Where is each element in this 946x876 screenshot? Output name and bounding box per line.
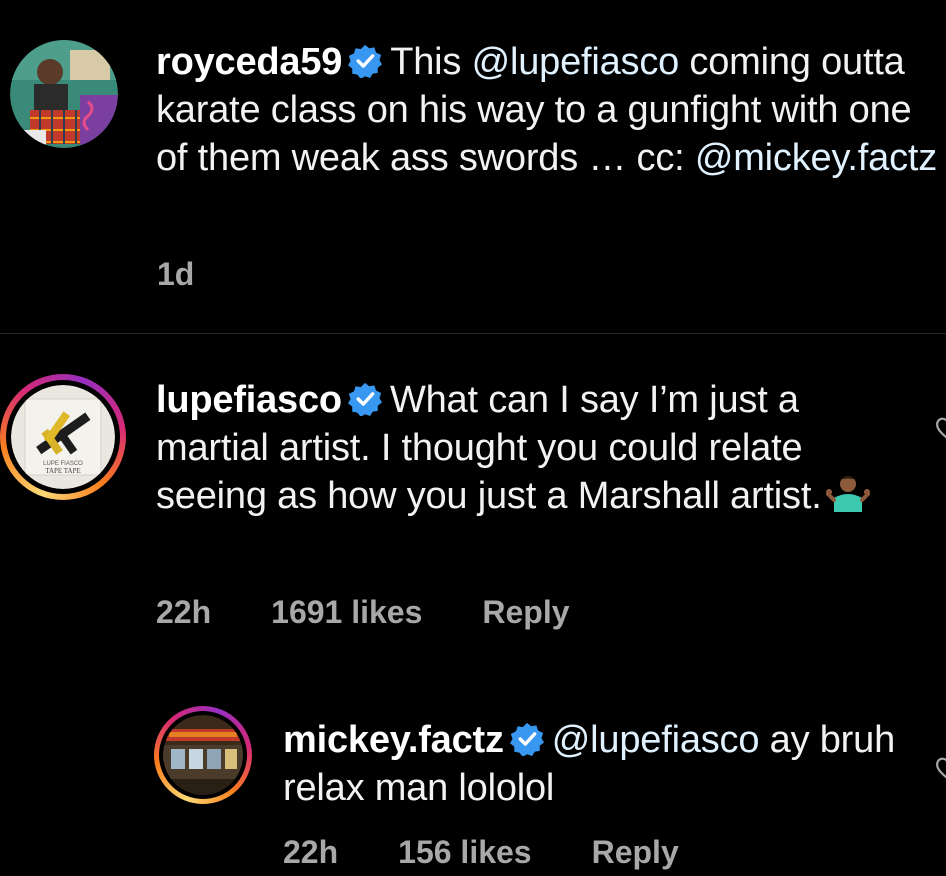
comment-meta: 22h 156 likes Reply bbox=[283, 834, 679, 871]
comment-meta: 1d bbox=[157, 256, 194, 293]
reply-mickey-factz: mickey.factz @lupefiasco ay bruh relax ma… bbox=[0, 690, 946, 876]
comment-time: 1d bbox=[157, 256, 195, 292]
verified-badge-icon bbox=[347, 382, 382, 416]
comment-text: lupefiasco What can I say I’m just a mart… bbox=[156, 376, 916, 520]
mention-lupefiasco[interactable]: @lupefiasco bbox=[472, 41, 680, 83]
reply-button[interactable]: Reply bbox=[482, 594, 569, 631]
comment-body: This bbox=[390, 41, 472, 83]
comment-likes[interactable]: 156 likes bbox=[398, 834, 531, 871]
like-heart-icon[interactable] bbox=[935, 416, 946, 442]
avatar-royceda59[interactable] bbox=[10, 40, 118, 148]
avatar-label-2: TAPE TAPE bbox=[45, 467, 81, 475]
mention-mickey-factz[interactable]: @mickey.factz bbox=[695, 137, 937, 179]
comment-meta: 22h 1691 likes Reply bbox=[156, 594, 570, 631]
comment-likes[interactable]: 1691 likes bbox=[271, 594, 422, 631]
avatar-image bbox=[10, 40, 118, 148]
comment-royceda59: royceda59 This @lupefiasco coming outta k… bbox=[0, 0, 946, 333]
comment-text: royceda59 This @lupefiasco coming outta k… bbox=[156, 38, 946, 182]
comment-lupefiasco: LUPE FIASCO TAPE TAPE lupefiasco What can… bbox=[0, 334, 946, 674]
verified-badge-icon bbox=[509, 722, 544, 756]
comment-text: mickey.factz @lupefiasco ay bruh relax ma… bbox=[283, 716, 903, 812]
avatar-lupefiasco[interactable]: LUPE FIASCO TAPE TAPE bbox=[11, 385, 115, 489]
person-shrugging-icon bbox=[825, 476, 870, 512]
mention-lupefiasco[interactable]: @lupefiasco bbox=[552, 719, 760, 761]
comment-time: 22h bbox=[283, 834, 339, 870]
avatar-mickey-factz[interactable] bbox=[163, 715, 243, 795]
avatar-image: LUPE FIASCO TAPE TAPE bbox=[11, 385, 115, 489]
reply-button[interactable]: Reply bbox=[592, 834, 679, 871]
comment-username[interactable]: mickey.factz bbox=[283, 719, 504, 761]
avatar-image bbox=[163, 715, 243, 795]
like-heart-icon[interactable] bbox=[935, 756, 946, 782]
comment-username[interactable]: royceda59 bbox=[156, 41, 342, 83]
verified-badge-icon bbox=[348, 44, 383, 78]
comment-username[interactable]: lupefiasco bbox=[156, 379, 342, 421]
comment-time: 22h bbox=[156, 594, 212, 630]
